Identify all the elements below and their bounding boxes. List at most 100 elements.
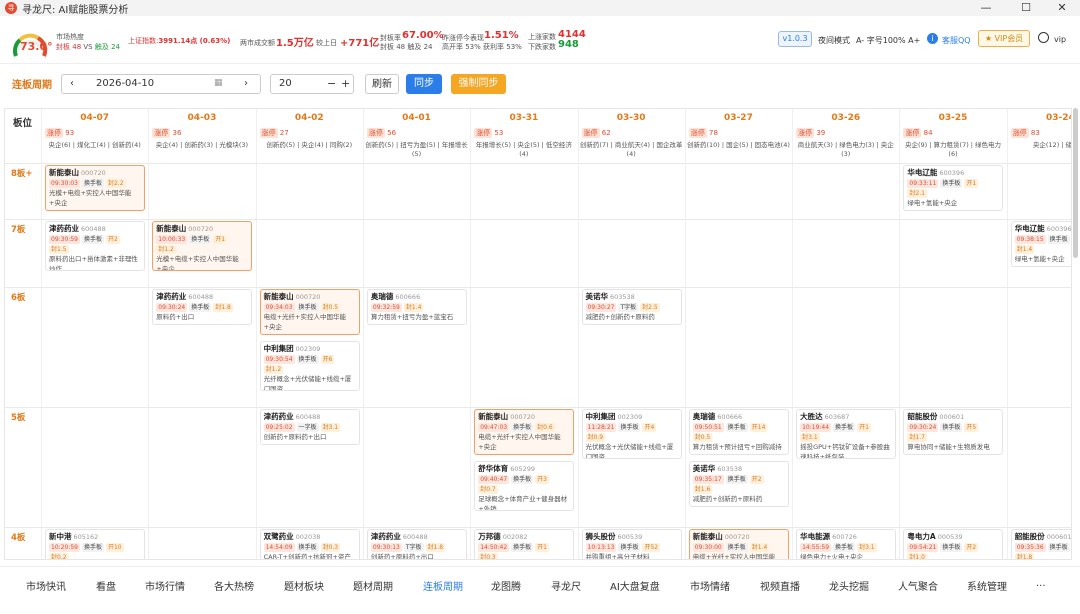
- info-icon[interactable]: i: [927, 33, 938, 44]
- stock-card[interactable]: 狮头股份 600539 10:13:13 换手板 开52 并购重组+高分子材料: [581, 529, 682, 559]
- stock-name[interactable]: 美诺华: [586, 292, 609, 301]
- count-stepper[interactable]: 20 − +: [270, 74, 354, 94]
- stock-name[interactable]: 新能泰山: [49, 168, 79, 177]
- date-picker[interactable]: ‹ 2026-04-10 ▦ ›: [61, 74, 261, 94]
- column-date[interactable]: 04-07: [41, 113, 148, 123]
- stock-name[interactable]: 美诺华: [693, 464, 716, 473]
- stock-card[interactable]: 舒华体育 605299 09:40:47 换手板 开3 封0.7 足球概念+体育产业+健身器…: [474, 461, 575, 511]
- stock-name[interactable]: 新能泰山: [264, 292, 294, 301]
- stock-name[interactable]: 新能泰山: [156, 224, 186, 233]
- date-value[interactable]: 2026-04-10: [96, 78, 154, 89]
- column-date[interactable]: 04-02: [256, 113, 363, 123]
- stock-name[interactable]: 双鹭药业: [264, 532, 294, 541]
- nav-item[interactable]: 连板周期: [423, 578, 463, 593]
- stock-card[interactable]: 万邦德00208214:50:42换手板开1封0.3医药+医疗器械+减肥药: [474, 529, 575, 559]
- nav-item[interactable]: 题材板块: [284, 578, 324, 593]
- nav-item[interactable]: 人气聚合: [898, 578, 938, 593]
- stock-card[interactable]: 奥瑞德 600666 09:50:51 换手板 开14 封0.5 算力租赁+预计扭亏+回购减…: [688, 409, 789, 455]
- stock-card[interactable]: 华电能源 600726 14:55:59 换手板 封3.1 绿色电力+火电+央企: [796, 529, 897, 559]
- nav-item[interactable]: 系统管理: [967, 578, 1007, 593]
- nav-item[interactable]: 龙图腾: [491, 578, 521, 593]
- stock-name[interactable]: 舒华体育: [478, 464, 508, 473]
- column-date[interactable]: 03-25: [899, 113, 1006, 123]
- count-value[interactable]: 20: [279, 78, 292, 89]
- stock-card[interactable]: 津药药业 600488 09:25:02 一字板 封3.1 创新药+原料药+出口: [259, 409, 360, 445]
- minimize-button[interactable]: —: [970, 0, 1002, 16]
- nav-item[interactable]: 龙头挖掘: [829, 578, 869, 593]
- force-sync-button[interactable]: 强制同步: [451, 74, 506, 94]
- stock-name[interactable]: 粤电力A: [907, 532, 935, 541]
- sync-button[interactable]: 同步: [406, 74, 442, 94]
- close-button[interactable]: ✕: [1046, 0, 1078, 16]
- column-date[interactable]: 03-27: [685, 113, 792, 123]
- stock-name[interactable]: 津药药业: [371, 532, 401, 541]
- column-date[interactable]: 03-26: [792, 113, 899, 123]
- nav-item[interactable]: ...: [1036, 578, 1046, 589]
- vertical-scrollbar[interactable]: [1073, 108, 1078, 258]
- stock-name[interactable]: 狮头股份: [586, 532, 616, 541]
- stock-name[interactable]: 华电辽能: [907, 168, 937, 177]
- stock-card[interactable]: 华电辽能60039609:38:15换手板开1封1.4绿电+氢能+央企: [1010, 221, 1071, 267]
- stock-card[interactable]: 津药药业 600488 09:30:24 换手板 封1.8 原料药+出口: [152, 289, 253, 325]
- stock-card[interactable]: 华电辽能 600396 09:33:11 换手板 开1 封2.1 绿电+氢能+央企: [903, 165, 1004, 211]
- prev-date-icon[interactable]: ‹: [70, 78, 74, 89]
- stock-name[interactable]: 奥瑞德: [371, 292, 394, 301]
- nav-item[interactable]: 市场行情: [145, 578, 185, 593]
- customer-service-link[interactable]: 客服QQ: [942, 35, 971, 46]
- column-date[interactable]: 04-01: [363, 113, 470, 123]
- stock-card[interactable]: 新能泰山 000720 10:00:33 换手板 开1 封1.2 光模+电缆+实控人中国华能…: [152, 221, 253, 271]
- stock-name[interactable]: 津药药业: [264, 412, 294, 421]
- font-size-control[interactable]: A- 字号100% A+: [856, 35, 920, 46]
- stock-name[interactable]: 华电辽能: [1015, 224, 1045, 233]
- calendar-icon[interactable]: ▦: [214, 78, 223, 88]
- nav-item[interactable]: 市场快讯: [26, 578, 66, 593]
- stock-card[interactable]: 双鹭药业 002038 14:54:09 换手板 封0.3 CAR-T+创新药+抗新冠+资…: [259, 529, 360, 559]
- stock-name[interactable]: 万邦德: [478, 532, 501, 541]
- stock-card[interactable]: 津药药业 600488 09:30:13 T字板 封1.8 创新药+原料药+出口: [366, 529, 467, 559]
- stock-name[interactable]: 津药药业: [49, 224, 79, 233]
- user-avatar-icon[interactable]: [1038, 32, 1049, 43]
- stock-name[interactable]: 中利集团: [264, 344, 294, 353]
- stock-card[interactable]: 美诺华 603538 09:35:17 换手板 开2 封1.6 减肥药+创新药+原料药: [688, 461, 789, 507]
- stock-card[interactable]: 美诺华 603538 09:30:27 T字板 封2.5 减肥药+创新药+原料药: [581, 289, 682, 325]
- stock-card[interactable]: 新能泰山 000720 09:34:03 换手板 封0.5 电缆+光纤+实控人中国华能+央…: [259, 289, 360, 335]
- column-date[interactable]: 04-03: [148, 113, 255, 123]
- nav-item[interactable]: 各大热榜: [214, 578, 254, 593]
- refresh-button[interactable]: 刷新: [365, 74, 399, 94]
- nav-item[interactable]: 看盘: [96, 578, 116, 593]
- stock-card[interactable]: 韶能股份 000601 09:30:24 换手板 开5 封1.7 算电协同+储能+生物质发电: [903, 409, 1004, 455]
- stock-card[interactable]: 新能泰山 000720 09:47:03 换手板 封0.6 电缆+光纤+实控人中国华能+央…: [474, 409, 575, 455]
- stock-name[interactable]: 奥瑞德: [693, 412, 716, 421]
- stock-card[interactable]: 韶能股份00060109:35:36换手板开2封1.8算电协同+储能: [1010, 529, 1071, 559]
- column-date[interactable]: 03-24: [1007, 113, 1071, 123]
- stock-name[interactable]: 中利集团: [586, 412, 616, 421]
- stock-name[interactable]: 华电能源: [800, 532, 830, 541]
- nav-item[interactable]: 市场情绪: [690, 578, 730, 593]
- stock-name[interactable]: 新能泰山: [478, 412, 508, 421]
- next-date-icon[interactable]: ›: [244, 78, 248, 89]
- nav-item[interactable]: AI大盘复盘: [610, 578, 660, 593]
- stock-name[interactable]: 新能泰山: [693, 532, 723, 541]
- column-date[interactable]: 03-31: [470, 113, 577, 123]
- night-mode-toggle[interactable]: 夜间模式: [818, 35, 850, 46]
- stock-card[interactable]: 粤电力A00053909:54:21换手板开2封1.0火电+风电+储能: [903, 529, 1004, 559]
- stock-name[interactable]: 津药药业: [156, 292, 186, 301]
- stock-card[interactable]: 大胜达 603687 10:19:44 换手板 开1 封3.1 摇投GPU+钙钛矿设备+参股…: [796, 409, 897, 459]
- stock-name[interactable]: 大胜达: [800, 412, 823, 421]
- stock-card[interactable]: 新能泰山 000720 09:30:03 换手板 封2.2 光模+电缆+实控人中国华能+央…: [45, 165, 145, 211]
- maximize-button[interactable]: ☐: [1010, 0, 1042, 16]
- stock-card[interactable]: 中利集团 002309 09:30:54 换手板 开6 封1.2 光纤概念+光伏储能+线缆+…: [259, 341, 360, 391]
- stock-card[interactable]: 新中港60516210:20:59换手板开10封0.2热电联产+光伏+储能: [45, 529, 145, 559]
- nav-item[interactable]: 寻龙尺: [551, 578, 581, 593]
- vip-button[interactable]: ★ VIP会员: [978, 30, 1030, 47]
- nav-item[interactable]: 视频直播: [760, 578, 800, 593]
- nav-item[interactable]: 题材周期: [353, 578, 393, 593]
- stock-card[interactable]: 津药药业 600488 09:30:59 换手板 开2 封1.5 原料药出口+甾体激素+非理…: [45, 221, 145, 271]
- stock-name[interactable]: 新中港: [49, 532, 72, 541]
- stock-card[interactable]: 中利集团 002309 11:28:21 换手板 开4 封0.9 光伏概念+光伏储能+线缆+…: [581, 409, 682, 459]
- stock-card[interactable]: 奥瑞德 600666 09:32:59 封1.4 算力租赁+扭亏为盈+蓝宝石: [366, 289, 467, 325]
- stock-card[interactable]: 新能泰山00072009:30:00换手板封1.4电缆+光纤+实控人中国华能+央…: [688, 529, 789, 559]
- stock-name[interactable]: 韶能股份: [1015, 532, 1045, 541]
- minus-icon[interactable]: −: [327, 77, 336, 90]
- column-date[interactable]: 03-30: [578, 113, 685, 123]
